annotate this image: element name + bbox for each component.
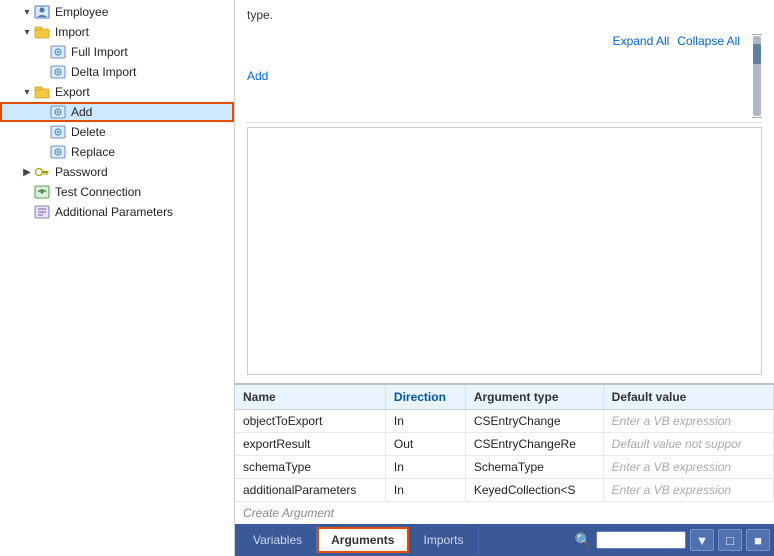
folder-icon-export bbox=[34, 84, 52, 100]
col-header-name: Name bbox=[235, 385, 385, 410]
cell-argtype-1: CSEntryChangeRe bbox=[465, 433, 603, 456]
gear-icon-delete bbox=[50, 124, 68, 140]
table-row: schemaTypeInSchemaTypeEnter a VB express… bbox=[235, 456, 774, 479]
col-header-argtype: Argument type bbox=[465, 385, 603, 410]
cell-default-3[interactable]: Enter a VB expression bbox=[603, 479, 773, 502]
tab-dropdown-btn[interactable]: ▼ bbox=[690, 529, 714, 551]
connection-icon bbox=[34, 184, 52, 200]
cell-name-0: objectToExport bbox=[235, 410, 385, 433]
cell-default-1[interactable]: Default value not suppor bbox=[603, 433, 773, 456]
folder-icon-import bbox=[34, 24, 52, 40]
tab-variables[interactable]: Variables bbox=[239, 527, 317, 553]
gear-icon-delta-import bbox=[50, 64, 68, 80]
col-header-default: Default value bbox=[603, 385, 773, 410]
sidebar-item-password[interactable]: ▶ Password bbox=[0, 162, 234, 182]
search-input[interactable] bbox=[596, 531, 686, 549]
collapse-all-button[interactable]: Collapse All bbox=[677, 34, 740, 118]
full-import-label: Full Import bbox=[71, 45, 128, 59]
key-icon bbox=[34, 164, 52, 180]
gear-icon-replace bbox=[50, 144, 68, 160]
sidebar-item-delta-import[interactable]: ▶ Delta Import bbox=[0, 62, 234, 82]
sidebar-item-additional-params[interactable]: ▶ Additional Parameters bbox=[0, 202, 234, 222]
main-top-panel: type. Add Expand All Collapse All bbox=[235, 0, 774, 383]
col-header-direction: Direction bbox=[385, 385, 465, 410]
password-label: Password bbox=[55, 165, 108, 179]
additional-params-label: Additional Parameters bbox=[55, 205, 173, 219]
tab-bar: Variables Arguments Imports 🔍 ▼ □ ■ bbox=[235, 524, 774, 556]
delete-label: Delete bbox=[71, 125, 106, 139]
table-header-row: Name Direction Argument type Default val… bbox=[235, 385, 774, 410]
gear-icon-full-import bbox=[50, 44, 68, 60]
add-button[interactable]: Add bbox=[247, 69, 268, 83]
cell-argtype-0: CSEntryChange bbox=[465, 410, 603, 433]
table-row: objectToExportInCSEntryChangeEnter a VB … bbox=[235, 410, 774, 433]
chevron-password: ▶ bbox=[20, 167, 34, 178]
cell-direction-2: In bbox=[385, 456, 465, 479]
gear-icon-add bbox=[50, 104, 68, 120]
replace-label: Replace bbox=[71, 145, 115, 159]
sidebar-item-export[interactable]: ▾ Export bbox=[0, 82, 234, 102]
export-label: Export bbox=[55, 85, 90, 99]
params-icon bbox=[34, 204, 52, 220]
cell-direction-0: In bbox=[385, 410, 465, 433]
tab-action-btn-2[interactable]: ■ bbox=[746, 529, 770, 551]
search-icon: 🔍 bbox=[575, 532, 592, 549]
test-connection-label: Test Connection bbox=[55, 185, 141, 199]
delta-import-label: Delta Import bbox=[71, 65, 136, 79]
arguments-table-area: Name Direction Argument type Default val… bbox=[235, 383, 774, 524]
cell-name-1: exportResult bbox=[235, 433, 385, 456]
add-label: Add bbox=[71, 105, 92, 119]
person-icon bbox=[34, 4, 52, 20]
tab-imports[interactable]: Imports bbox=[409, 527, 478, 553]
table-row: additionalParametersInKeyedCollection<SE… bbox=[235, 479, 774, 502]
top-description-text: type. bbox=[247, 8, 762, 22]
cell-argtype-3: KeyedCollection<S bbox=[465, 479, 603, 502]
tab-action-btn-1[interactable]: □ bbox=[718, 529, 742, 551]
sidebar-item-add[interactable]: ▶ Add bbox=[0, 102, 234, 122]
cell-argtype-2: SchemaType bbox=[465, 456, 603, 479]
table-row: exportResultOutCSEntryChangeReDefault va… bbox=[235, 433, 774, 456]
expand-all-button[interactable]: Expand All bbox=[613, 34, 670, 118]
toolbar-row: Add Expand All Collapse All bbox=[247, 30, 762, 123]
toolbar-right-actions: Expand All Collapse All bbox=[613, 34, 762, 118]
tab-arguments[interactable]: Arguments bbox=[317, 527, 409, 553]
import-label: Import bbox=[55, 25, 89, 39]
cell-default-0[interactable]: Enter a VB expression bbox=[603, 410, 773, 433]
tab-search-area: 🔍 ▼ □ ■ bbox=[575, 529, 770, 551]
main-content: type. Add Expand All Collapse All Na bbox=[235, 0, 774, 556]
employee-label: Employee bbox=[55, 5, 108, 19]
cell-direction-1: Out bbox=[385, 433, 465, 456]
create-argument-label[interactable]: Create Argument bbox=[235, 502, 774, 524]
cell-default-2[interactable]: Enter a VB expression bbox=[603, 456, 773, 479]
chevron-import: ▾ bbox=[20, 27, 34, 38]
cell-direction-3: In bbox=[385, 479, 465, 502]
sidebar-item-import[interactable]: ▾ Import bbox=[0, 22, 234, 42]
sidebar-item-test-connection[interactable]: ▶ Test Connection bbox=[0, 182, 234, 202]
sidebar: ▾ Employee ▾ Import ▶ bbox=[0, 0, 235, 556]
sidebar-item-employee[interactable]: ▾ Employee bbox=[0, 2, 234, 22]
sidebar-item-delete[interactable]: ▶ Delete bbox=[0, 122, 234, 142]
sidebar-item-replace[interactable]: ▶ Replace bbox=[0, 142, 234, 162]
cell-name-2: schemaType bbox=[235, 456, 385, 479]
chevron-export: ▾ bbox=[20, 87, 34, 98]
arguments-table: Name Direction Argument type Default val… bbox=[235, 385, 774, 502]
scrollable-content-area[interactable] bbox=[247, 127, 762, 375]
chevron-employee: ▾ bbox=[20, 7, 34, 18]
sidebar-item-full-import[interactable]: ▶ Full Import bbox=[0, 42, 234, 62]
cell-name-3: additionalParameters bbox=[235, 479, 385, 502]
table-body: objectToExportInCSEntryChangeEnter a VB … bbox=[235, 410, 774, 502]
